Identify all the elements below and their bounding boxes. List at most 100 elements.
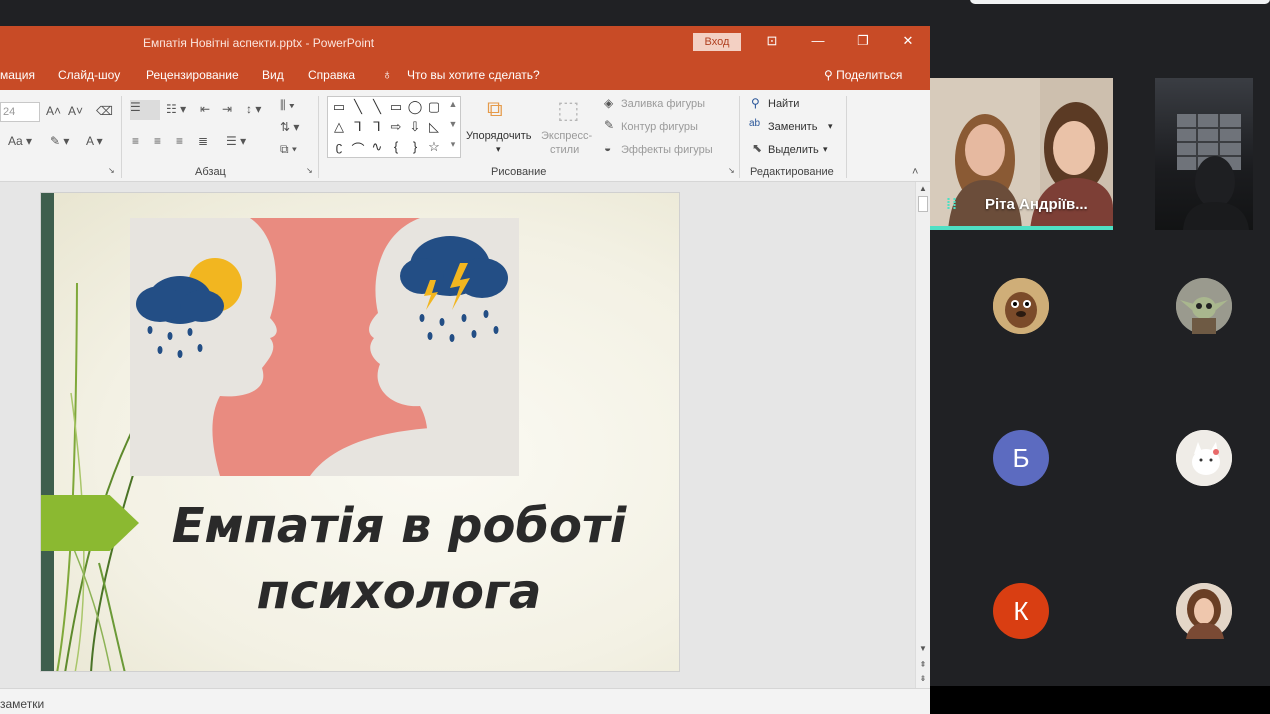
font-size-field[interactable]: 24 [0,102,40,122]
shape-effects-button[interactable]: Эффекты фигуры [621,144,713,156]
notes-button[interactable]: заметки [0,697,44,711]
scroll-up-icon[interactable]: ▲ [444,99,462,109]
scroll-down-icon[interactable]: ▼ [444,119,462,129]
rectangle-shape-icon[interactable]: ▭ [387,99,405,115]
textbox-shape-icon[interactable]: ▭ [330,99,348,115]
cartoon-dog-avatar[interactable] [993,278,1049,334]
font-color-icon[interactable]: A ▾ [86,134,103,148]
scroll-thumb[interactable] [918,196,928,212]
oval-shape-icon[interactable]: ◯ [406,99,424,115]
girl-photo-avatar[interactable] [1176,583,1232,639]
slide[interactable]: Емпатія в роботі психолога [40,192,680,672]
close-icon[interactable]: ✕ [898,33,918,49]
line-shape-icon[interactable]: ╲ [368,99,386,115]
avatar-image [1176,278,1232,334]
align-right-icon[interactable]: ≡ [176,134,183,148]
select-button[interactable]: Выделить [768,144,819,156]
bullets-icon[interactable]: ☰ [130,100,160,120]
numbering-icon[interactable]: ☷ ▾ [166,102,186,116]
login-button[interactable]: Вход [693,33,741,51]
shape-fill-button[interactable]: Заливка фигуры [621,98,705,110]
connector-shape-icon[interactable]: ⅂ [368,119,386,135]
participant-tile-speaking[interactable]: ⁞⁞ Ріта Андріїв... [930,78,1113,230]
decrease-indent-icon[interactable]: ⇤ [200,102,210,116]
ribbon-separator [121,96,122,178]
restore-icon[interactable]: ❐ [853,33,873,49]
arrange-dropdown-icon[interactable]: ▾ [496,144,501,155]
tab-review[interactable]: Рецензирование [146,68,239,82]
convert-smartart-icon[interactable]: ⧉ ▾ [280,142,297,157]
baby-yoda-avatar[interactable] [1176,278,1232,334]
star-shape-icon[interactable]: ☆ [425,139,443,155]
quick-styles-icon[interactable]: ⬚ [557,96,580,125]
highlight-icon[interactable]: ✎ ▾ [50,134,69,148]
clear-format-icon[interactable]: ⌫ [96,104,113,118]
tab-view[interactable]: Вид [262,68,284,82]
replace-dropdown-icon[interactable]: ▾ [828,121,833,132]
scroll-down-icon[interactable]: ▼ [916,644,930,653]
brace-right-shape-icon[interactable]: } [406,139,424,154]
triangle-shape-icon[interactable]: △ [330,119,348,135]
white-cat-avatar[interactable] [1176,430,1232,486]
find-button[interactable]: Найти [768,98,799,110]
arrow-right-shape-icon[interactable]: ⇨ [387,119,405,135]
align-text-icon[interactable]: ☰ ▾ [226,134,246,148]
browser-top-pill [970,0,1270,4]
share-button[interactable]: ⚲ Поделиться [824,68,902,82]
columns-icon[interactable]: ⫼ ▾ [280,98,295,113]
arrow-down-shape-icon[interactable]: ⇩ [406,119,424,135]
participant-tile-video[interactable] [1155,78,1253,230]
ribbon-display-options-icon[interactable]: ⊡ [762,33,782,49]
change-case-icon[interactable]: Aa ▾ [8,134,32,148]
callout-shape-icon[interactable]: ◺ [425,119,443,135]
line-spacing-icon[interactable]: ↕ ▾ [246,102,261,116]
drawing-dialog-launcher-icon[interactable]: ↘ [728,166,735,175]
curve-shape-icon[interactable]: ∿ [368,139,386,155]
replace-icon[interactable]: ab [749,118,760,129]
arc-shape-icon[interactable]: ⌒ [349,139,367,158]
justify-icon[interactable]: ≣ [198,134,208,148]
increase-indent-icon[interactable]: ⇥ [222,102,232,116]
replace-button[interactable]: Заменить [768,121,817,133]
select-dropdown-icon[interactable]: ▾ [823,144,828,155]
line-shape-icon[interactable]: ╲ [349,99,367,115]
brace-left-shape-icon[interactable]: { [387,139,405,154]
minimize-icon[interactable]: — [808,33,828,48]
paragraph-dialog-launcher-icon[interactable]: ↘ [306,166,313,175]
tab-animations[interactable]: мация [0,68,35,82]
collapse-ribbon-icon[interactable]: ˄ [912,166,918,178]
shape-outline-button[interactable]: Контур фигуры [621,121,698,133]
select-icon[interactable]: ⬉ [752,141,762,155]
paragraph-group-label: Абзац [195,166,226,178]
quick-styles-line2[interactable]: стили [550,144,579,156]
text-direction-icon[interactable]: ⇅ ▾ [280,120,299,134]
increase-font-icon[interactable]: A˄ [46,104,61,118]
slide-title[interactable]: Емпатія в роботі психолога [159,493,639,625]
rounded-rect-shape-icon[interactable]: ▢ [425,99,443,115]
tell-me-search[interactable]: Что вы хотите сделать? [407,68,540,82]
freeform-shape-icon[interactable]: ʗ [330,139,348,154]
font-dialog-launcher-icon[interactable]: ↘ [108,166,115,175]
arrange-icon[interactable]: ⧉ [487,96,503,122]
more-shapes-icon[interactable]: ▾ [444,139,462,150]
decrease-font-icon[interactable]: A˅ [68,104,83,118]
previous-slide-icon[interactable]: ⇞ [916,660,930,669]
scroll-up-icon[interactable]: ▲ [916,184,930,193]
tab-slideshow[interactable]: Слайд-шоу [58,68,120,82]
participant-letter-avatar[interactable]: К [993,583,1049,639]
tab-help[interactable]: Справка [308,68,355,82]
slide-title-line2: психолога [256,564,542,620]
next-slide-icon[interactable]: ⇟ [916,674,930,683]
shape-outline-icon[interactable]: ✎ [604,118,614,132]
shape-fill-icon[interactable]: ◈ [604,96,613,110]
connector-shape-icon[interactable]: ⅂ [349,119,367,135]
shapes-gallery[interactable]: ▭ ╲ ╲ ▭ ◯ ▢ △ ⅂ ⅂ ⇨ ⇩ ◺ ʗ ⌒ ∿ { } ☆ ▲ ▼ [327,96,461,158]
quick-styles-line1[interactable]: Экспресс- [541,130,592,142]
find-icon[interactable]: ⚲ [751,96,760,110]
align-left-icon[interactable]: ≡ [132,134,139,148]
align-center-icon[interactable]: ≡ [154,134,161,148]
vertical-scrollbar[interactable]: ▲ ▼ ⇞ ⇟ [915,182,930,688]
participant-letter-avatar[interactable]: Б [993,430,1049,486]
shape-effects-icon[interactable]: ◒ [604,141,611,155]
arrange-button[interactable]: Упорядочить [466,130,531,142]
